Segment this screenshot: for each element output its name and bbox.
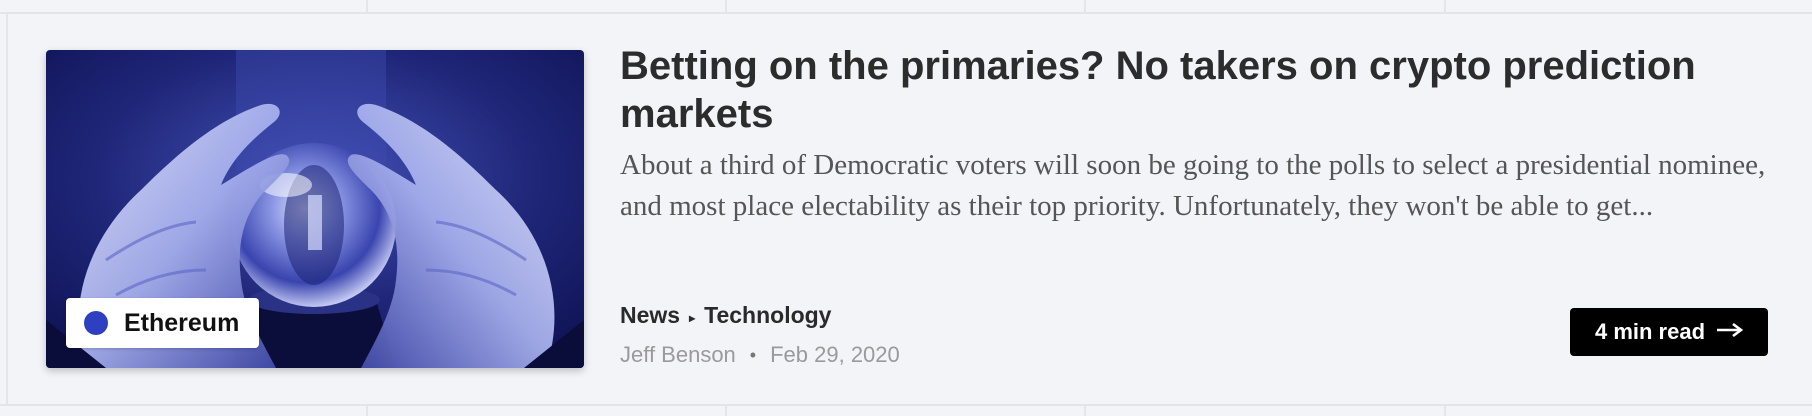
grid-line <box>1084 406 1086 416</box>
ethereum-dot-icon <box>84 311 108 335</box>
meta-separator: • <box>749 344 757 365</box>
breadcrumb-subsection-link[interactable]: Technology <box>704 302 831 329</box>
read-time-button[interactable]: 4 min read <box>1570 308 1768 356</box>
grid-line <box>725 0 727 12</box>
grid-line <box>1444 0 1446 12</box>
grid-line <box>1084 0 1086 12</box>
arrow-right-icon <box>1717 322 1744 342</box>
article-thumbnail[interactable]: Ethereum <box>46 50 584 368</box>
read-time-label: 4 min read <box>1594 319 1706 344</box>
grid-line <box>725 406 727 416</box>
article-meta: Jeff Benson • Feb 29, 2020 <box>620 342 900 368</box>
breadcrumb: News ▸ Technology <box>620 302 831 329</box>
grid-line <box>366 406 368 416</box>
publish-date: Feb 29, 2020 <box>770 342 900 367</box>
author-name: Jeff Benson <box>620 342 736 367</box>
category-tag[interactable]: Ethereum <box>66 298 260 348</box>
category-tag-label: Ethereum <box>124 308 240 337</box>
grid-line <box>1444 406 1446 416</box>
article-title[interactable]: Betting on the primaries? No takers on c… <box>620 42 1780 138</box>
grid-line-bottom <box>0 404 1812 406</box>
article-excerpt: About a third of Democratic voters will … <box>620 149 1766 222</box>
breadcrumb-section-link[interactable]: News <box>620 302 680 329</box>
breadcrumb-separator-icon: ▸ <box>689 310 696 325</box>
grid-line <box>366 0 368 12</box>
